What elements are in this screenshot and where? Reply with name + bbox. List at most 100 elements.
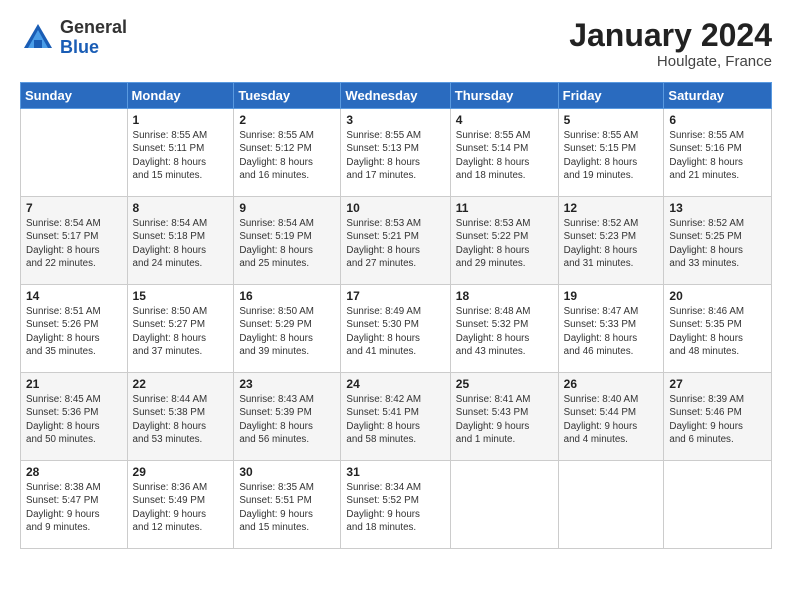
calendar-cell: 3Sunrise: 8:55 AM Sunset: 5:13 PM Daylig… [341, 109, 450, 197]
day-info: Sunrise: 8:54 AM Sunset: 5:18 PM Dayligh… [133, 217, 229, 270]
day-info: Sunrise: 8:55 AM Sunset: 5:12 PM Dayligh… [239, 129, 335, 182]
calendar-week-1: 1 Sunrise: 8:55 AM Sunset: 5:11 PM Daylig… [21, 109, 772, 197]
calendar-cell: 23 Sunrise: 8:43 AM Sunset: 5:39 PM Dayli… [234, 373, 341, 461]
calendar-cell: 12 Sunrise: 8:52 AM Sunset: 5:23 PM Dayli… [558, 197, 664, 285]
title-block: January 2024 Houlgate, France [569, 18, 772, 70]
day-number: 2 [239, 113, 335, 127]
day-info: Sunrise: 8:50 AM Sunset: 5:27 PM Dayligh… [133, 305, 229, 358]
calendar-header-row: Sunday Monday Tuesday Wednesday Thursday… [21, 83, 772, 109]
calendar-cell [664, 461, 772, 549]
day-info: Sunrise: 8:51 AM Sunset: 5:26 PM Dayligh… [26, 305, 122, 358]
day-number: 25 [456, 377, 553, 391]
day-number: 15 [133, 289, 229, 303]
month-title: January 2024 [569, 18, 772, 53]
calendar-cell: 20 Sunrise: 8:46 AM Sunset: 5:35 PM Dayli… [664, 285, 772, 373]
calendar-cell: 19Sunrise: 8:47 AM Sunset: 5:33 PM Dayli… [558, 285, 664, 373]
day-number: 5 [564, 113, 659, 127]
calendar-cell [21, 109, 128, 197]
col-tuesday: Tuesday [234, 83, 341, 109]
calendar-cell: 16 Sunrise: 8:50 AM Sunset: 5:29 PM Dayli… [234, 285, 341, 373]
calendar-cell: 27Sunrise: 8:39 AM Sunset: 5:46 PM Dayli… [664, 373, 772, 461]
calendar-cell: 17Sunrise: 8:49 AM Sunset: 5:30 PM Dayli… [341, 285, 450, 373]
day-info: Sunrise: 8:55 AM Sunset: 5:14 PM Dayligh… [456, 129, 553, 182]
header: General Blue January 2024 Houlgate, Fran… [20, 18, 772, 70]
day-number: 28 [26, 465, 122, 479]
logo-icon [20, 20, 56, 56]
calendar-cell: 30 Sunrise: 8:35 AM Sunset: 5:51 PM Dayli… [234, 461, 341, 549]
day-info: Sunrise: 8:52 AM Sunset: 5:25 PM Dayligh… [669, 217, 766, 270]
calendar-cell: 18Sunrise: 8:48 AM Sunset: 5:32 PM Dayli… [450, 285, 558, 373]
day-number: 30 [239, 465, 335, 479]
day-number: 11 [456, 201, 553, 215]
day-info: Sunrise: 8:42 AM Sunset: 5:41 PM Dayligh… [346, 393, 444, 446]
day-info: Sunrise: 8:44 AM Sunset: 5:38 PM Dayligh… [133, 393, 229, 446]
calendar-week-3: 14 Sunrise: 8:51 AM Sunset: 5:26 PM Dayli… [21, 285, 772, 373]
calendar-cell: 10 Sunrise: 8:53 AM Sunset: 5:21 PM Dayli… [341, 197, 450, 285]
calendar-table: Sunday Monday Tuesday Wednesday Thursday… [20, 82, 772, 549]
day-info: Sunrise: 8:35 AM Sunset: 5:51 PM Dayligh… [239, 481, 335, 534]
calendar-cell: 21 Sunrise: 8:45 AM Sunset: 5:36 PM Dayli… [21, 373, 128, 461]
day-number: 12 [564, 201, 659, 215]
logo-text: General Blue [60, 18, 127, 58]
day-number: 14 [26, 289, 122, 303]
col-thursday: Thursday [450, 83, 558, 109]
day-info: Sunrise: 8:53 AM Sunset: 5:22 PM Dayligh… [456, 217, 553, 270]
calendar-cell: 5Sunrise: 8:55 AM Sunset: 5:15 PM Daylig… [558, 109, 664, 197]
day-info: Sunrise: 8:52 AM Sunset: 5:23 PM Dayligh… [564, 217, 659, 270]
day-info: Sunrise: 8:46 AM Sunset: 5:35 PM Dayligh… [669, 305, 766, 358]
calendar-cell: 6Sunrise: 8:55 AM Sunset: 5:16 PM Daylig… [664, 109, 772, 197]
col-sunday: Sunday [21, 83, 128, 109]
day-info: Sunrise: 8:41 AM Sunset: 5:43 PM Dayligh… [456, 393, 553, 446]
day-number: 27 [669, 377, 766, 391]
calendar-cell: 24Sunrise: 8:42 AM Sunset: 5:41 PM Dayli… [341, 373, 450, 461]
calendar-cell: 31 Sunrise: 8:34 AM Sunset: 5:52 PM Dayli… [341, 461, 450, 549]
day-number: 31 [346, 465, 444, 479]
day-info: Sunrise: 8:55 AM Sunset: 5:11 PM Dayligh… [133, 129, 229, 182]
day-number: 20 [669, 289, 766, 303]
logo-general: General [60, 18, 127, 38]
logo: General Blue [20, 18, 127, 58]
page: General Blue January 2024 Houlgate, Fran… [0, 0, 792, 612]
calendar-cell: 29Sunrise: 8:36 AM Sunset: 5:49 PM Dayli… [127, 461, 234, 549]
day-info: Sunrise: 8:54 AM Sunset: 5:19 PM Dayligh… [239, 217, 335, 270]
calendar-cell: 22 Sunrise: 8:44 AM Sunset: 5:38 PM Dayli… [127, 373, 234, 461]
day-info: Sunrise: 8:47 AM Sunset: 5:33 PM Dayligh… [564, 305, 659, 358]
day-info: Sunrise: 8:38 AM Sunset: 5:47 PM Dayligh… [26, 481, 122, 534]
day-info: Sunrise: 8:34 AM Sunset: 5:52 PM Dayligh… [346, 481, 444, 534]
day-number: 8 [133, 201, 229, 215]
day-info: Sunrise: 8:50 AM Sunset: 5:29 PM Dayligh… [239, 305, 335, 358]
calendar-week-4: 21 Sunrise: 8:45 AM Sunset: 5:36 PM Dayli… [21, 373, 772, 461]
day-number: 3 [346, 113, 444, 127]
calendar-cell: 9 Sunrise: 8:54 AM Sunset: 5:19 PM Daylig… [234, 197, 341, 285]
calendar-cell [450, 461, 558, 549]
location: Houlgate, France [569, 53, 772, 70]
calendar-cell: 14 Sunrise: 8:51 AM Sunset: 5:26 PM Dayli… [21, 285, 128, 373]
day-number: 23 [239, 377, 335, 391]
day-number: 6 [669, 113, 766, 127]
day-number: 16 [239, 289, 335, 303]
col-monday: Monday [127, 83, 234, 109]
calendar-cell: 4Sunrise: 8:55 AM Sunset: 5:14 PM Daylig… [450, 109, 558, 197]
day-number: 1 [133, 113, 229, 127]
col-saturday: Saturday [664, 83, 772, 109]
day-info: Sunrise: 8:36 AM Sunset: 5:49 PM Dayligh… [133, 481, 229, 534]
day-info: Sunrise: 8:48 AM Sunset: 5:32 PM Dayligh… [456, 305, 553, 358]
day-info: Sunrise: 8:53 AM Sunset: 5:21 PM Dayligh… [346, 217, 444, 270]
day-number: 17 [346, 289, 444, 303]
day-number: 9 [239, 201, 335, 215]
calendar-cell: 7Sunrise: 8:54 AM Sunset: 5:17 PM Daylig… [21, 197, 128, 285]
day-number: 21 [26, 377, 122, 391]
calendar-cell: 11 Sunrise: 8:53 AM Sunset: 5:22 PM Dayli… [450, 197, 558, 285]
day-info: Sunrise: 8:40 AM Sunset: 5:44 PM Dayligh… [564, 393, 659, 446]
day-info: Sunrise: 8:45 AM Sunset: 5:36 PM Dayligh… [26, 393, 122, 446]
calendar-cell: 28 Sunrise: 8:38 AM Sunset: 5:47 PM Dayli… [21, 461, 128, 549]
day-number: 22 [133, 377, 229, 391]
day-info: Sunrise: 8:43 AM Sunset: 5:39 PM Dayligh… [239, 393, 335, 446]
col-friday: Friday [558, 83, 664, 109]
day-number: 10 [346, 201, 444, 215]
day-number: 13 [669, 201, 766, 215]
calendar-cell: 2 Sunrise: 8:55 AM Sunset: 5:12 PM Daylig… [234, 109, 341, 197]
logo-blue: Blue [60, 38, 127, 58]
day-info: Sunrise: 8:54 AM Sunset: 5:17 PM Dayligh… [26, 217, 122, 270]
calendar-cell: 26Sunrise: 8:40 AM Sunset: 5:44 PM Dayli… [558, 373, 664, 461]
